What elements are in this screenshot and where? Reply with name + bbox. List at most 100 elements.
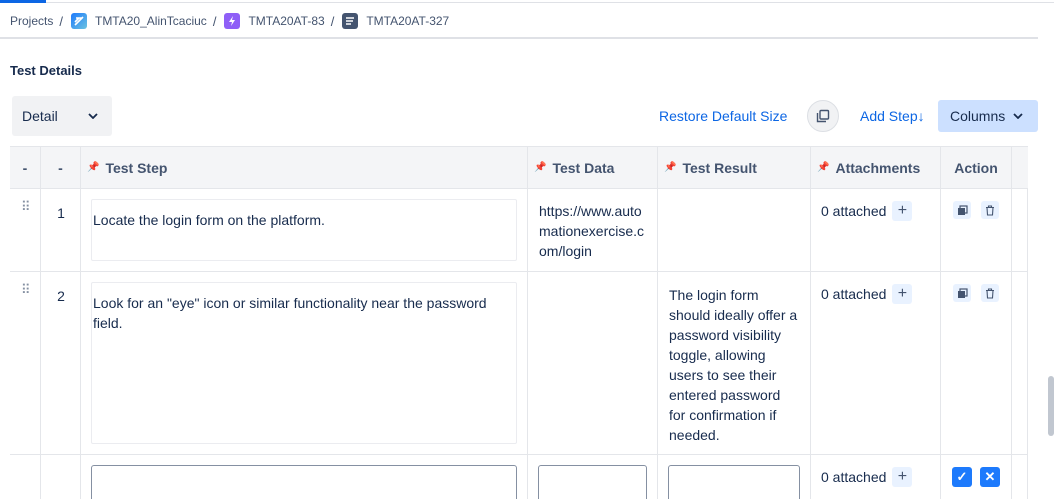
cancel-step-button[interactable]: ✕	[980, 467, 1000, 487]
test-steps-table: - - 📌 Test Step 📌 Test Data 📌 Test Result 📌…	[10, 146, 1028, 499]
top-accent-line	[0, 0, 46, 3]
new-data-cell	[528, 455, 658, 499]
header-action: Action	[941, 147, 1012, 188]
header-divider	[0, 37, 1038, 39]
breadcrumb-epic[interactable]: TMTA20AT-83	[224, 13, 325, 29]
copy-button[interactable]	[807, 100, 839, 132]
add-attachment-button[interactable]: +	[892, 284, 913, 304]
row-gutter	[1012, 189, 1028, 271]
test-result-text: The login form should ideally offer a pa…	[669, 287, 798, 443]
breadcrumb-test[interactable]: TMTA20AT-327	[342, 13, 449, 29]
test-step-text: Locate the login form on the platform.	[93, 212, 325, 228]
test-data-cell[interactable]	[528, 272, 658, 454]
row-index: 1	[41, 189, 81, 271]
epic-icon	[224, 13, 241, 29]
breadcrumb-project[interactable]: TMTA20_AlinTcaciuc	[70, 13, 207, 29]
confirm-step-button[interactable]: ✓	[952, 467, 972, 487]
action-cell	[941, 272, 1012, 454]
pin-icon[interactable]: 📌	[817, 162, 829, 173]
header-test-data-label: Test Data	[552, 159, 615, 176]
attachments-cell: 0 attached +	[811, 272, 941, 454]
new-row-drag	[10, 455, 41, 499]
columns-label: Columns	[950, 108, 1006, 124]
test-step-editor[interactable]: Locate the login form on the platform.	[91, 199, 517, 261]
header-col-drag: -	[10, 147, 41, 188]
delete-step-button[interactable]	[981, 201, 999, 219]
row-actions	[953, 284, 999, 302]
drag-handle-icon[interactable]: ⠿	[21, 283, 30, 296]
delete-step-button[interactable]	[981, 284, 999, 302]
breadcrumb-epic-label[interactable]: TMTA20AT-83	[248, 14, 324, 28]
attachments-cell: 0 attached +	[811, 189, 941, 271]
clone-step-button[interactable]	[953, 201, 971, 219]
test-step-editor[interactable]: Look for an "eye" icon or similar functi…	[91, 282, 517, 444]
breadcrumb-projects-label[interactable]: Projects	[10, 14, 53, 28]
breadcrumb-separator: /	[212, 13, 217, 29]
pin-icon[interactable]: 📌	[87, 162, 99, 173]
restore-default-size-link[interactable]: Restore Default Size	[659, 108, 787, 124]
header-test-result[interactable]: 📌 Test Result	[658, 147, 811, 188]
table-header-row: - - 📌 Test Step 📌 Test Data 📌 Test Result 📌…	[10, 147, 1028, 189]
breadcrumb-project-label[interactable]: TMTA20_AlinTcaciuc	[95, 14, 207, 28]
drag-handle-icon[interactable]: ⠿	[21, 200, 30, 213]
pin-icon[interactable]: 📌	[664, 162, 676, 173]
attachments-count: 0 attached	[821, 203, 887, 219]
trash-icon	[986, 287, 994, 299]
new-test-result-input[interactable]	[668, 465, 800, 499]
copy-icon	[816, 109, 830, 123]
test-result-cell[interactable]: The login form should ideally offer a pa…	[658, 272, 811, 454]
new-action-cell: ✓ ✕	[941, 455, 1012, 499]
header-test-step[interactable]: 📌 Test Step	[81, 147, 528, 188]
breadcrumb-test-label[interactable]: TMTA20AT-327	[366, 14, 449, 28]
chevron-down-icon	[1013, 113, 1023, 119]
test-step-text: Look for an "eye" icon or similar functi…	[93, 295, 487, 331]
clone-step-button[interactable]	[953, 284, 971, 302]
new-row-index	[41, 455, 81, 499]
project-icon	[70, 13, 87, 29]
drag-handle[interactable]: ⠿	[10, 189, 41, 271]
view-select-value: Detail	[22, 108, 58, 124]
check-icon: ✓	[956, 469, 968, 484]
header-col-index: -	[41, 147, 81, 188]
columns-button[interactable]: Columns	[938, 100, 1038, 132]
header-test-data[interactable]: 📌 Test Data	[528, 147, 658, 188]
add-step-label: Add Step	[860, 108, 918, 124]
pin-icon[interactable]: 📌	[534, 162, 546, 173]
new-step-row: 0 attached + ✓ ✕	[10, 455, 1028, 499]
new-result-cell	[658, 455, 811, 499]
close-icon: ✕	[984, 469, 996, 484]
new-test-step-input[interactable]	[91, 465, 517, 499]
row-number: 2	[57, 288, 65, 304]
view-select[interactable]: Detail	[12, 96, 112, 136]
add-attachment-button[interactable]: +	[892, 467, 913, 487]
row-number: 1	[57, 205, 65, 221]
drag-handle[interactable]: ⠿	[10, 272, 41, 454]
row-gutter	[1012, 272, 1028, 454]
vertical-scrollbar[interactable]	[1048, 376, 1054, 436]
attachments: 0 attached +	[821, 201, 913, 221]
new-attachments-cell: 0 attached +	[811, 455, 941, 499]
action-cell	[941, 189, 1012, 271]
new-row-actions: ✓ ✕	[952, 467, 1000, 487]
trash-icon	[986, 204, 994, 216]
table-row: ⠿ 2 Look for an "eye" icon or similar fu…	[10, 272, 1028, 455]
attachments-count: 0 attached	[821, 286, 887, 302]
add-step-button[interactable]: Add Step↓	[860, 108, 925, 124]
test-data-text: https://www.automationexercise.com/login	[539, 203, 645, 259]
header-test-result-label: Test Result	[682, 159, 757, 176]
chevron-down-icon	[88, 113, 98, 119]
add-attachment-button[interactable]: +	[892, 201, 913, 221]
header-attachments[interactable]: 📌 Attachments	[811, 147, 941, 188]
new-test-data-input[interactable]	[538, 465, 647, 499]
clone-icon	[957, 204, 968, 215]
test-step-cell[interactable]: Locate the login form on the platform.	[81, 189, 528, 271]
test-data-cell[interactable]: https://www.automationexercise.com/login	[528, 189, 658, 271]
breadcrumb-projects[interactable]: Projects	[10, 14, 53, 28]
test-result-cell[interactable]	[658, 189, 811, 271]
arrow-down-icon: ↓	[917, 108, 925, 124]
row-index: 2	[41, 272, 81, 454]
row-gutter	[1012, 455, 1028, 499]
row-actions	[953, 201, 999, 219]
attachments-count: 0 attached	[821, 469, 887, 485]
test-step-cell[interactable]: Look for an "eye" icon or similar functi…	[81, 272, 528, 454]
